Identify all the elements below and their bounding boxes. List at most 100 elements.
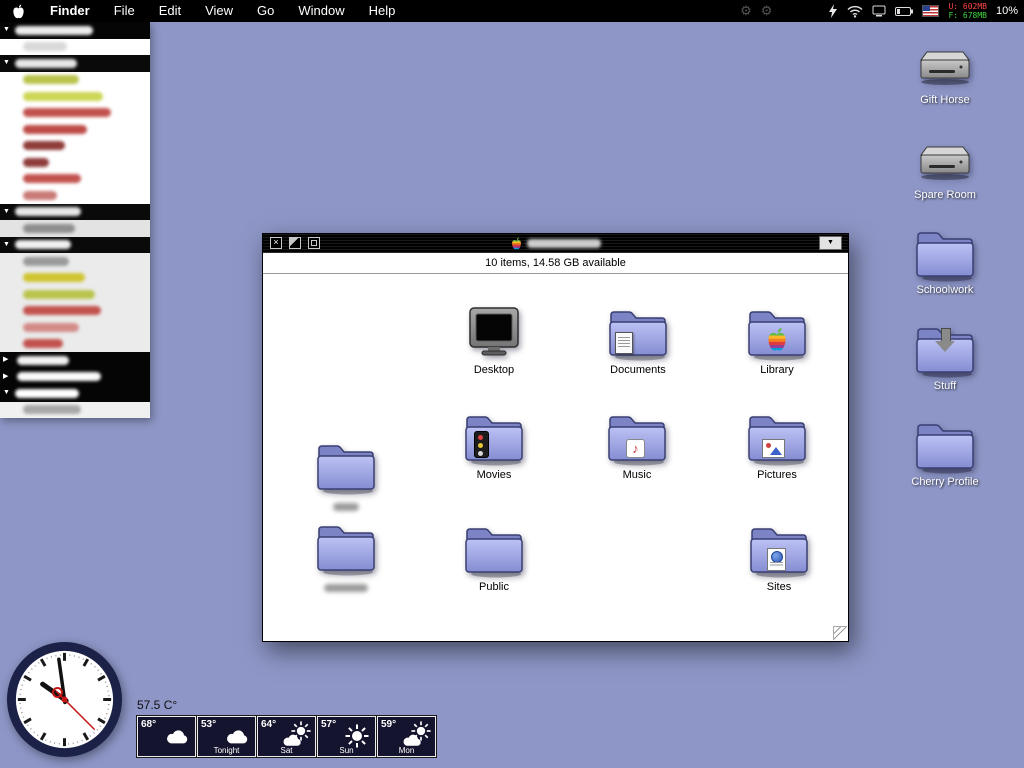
- forecast-cell: 64° Sat: [256, 715, 317, 758]
- file-icon[interactable]: Movies: [449, 410, 539, 481]
- desktop-icon-label: Stuff: [933, 380, 957, 392]
- wifi-icon[interactable]: [847, 5, 863, 18]
- memory-monitor[interactable]: U: 602MB F: 678MB: [948, 2, 987, 20]
- desktop-icon[interactable]: Schoolwork: [899, 226, 991, 296]
- sidebar-row[interactable]: [0, 385, 150, 402]
- file-icon[interactable]: Public: [449, 522, 539, 593]
- gear-icon[interactable]: ⚙: [740, 0, 752, 22]
- sidebar-row[interactable]: [0, 352, 150, 369]
- file-icon[interactable]: Pictures: [732, 410, 822, 481]
- forecast-day: Sat: [280, 746, 293, 755]
- collapse-button[interactable]: [308, 237, 320, 249]
- desktop-icon[interactable]: Gift Horse: [899, 36, 991, 106]
- sidebar-row[interactable]: [0, 302, 150, 319]
- disclosure-triangle-icon[interactable]: [3, 58, 13, 68]
- sidebar-row[interactable]: [0, 187, 150, 204]
- menu-item[interactable]: Window: [286, 0, 356, 22]
- sidebar-row[interactable]: [0, 253, 150, 270]
- apple-menu[interactable]: [0, 4, 38, 19]
- menu-item[interactable]: View: [193, 0, 245, 22]
- sidebar-row[interactable]: [0, 137, 150, 154]
- battery-percentage[interactable]: 10%: [996, 5, 1018, 17]
- sidebar-row[interactable]: [0, 121, 150, 138]
- redacted-text: [15, 207, 81, 217]
- sidebar-row[interactable]: [0, 319, 150, 336]
- menu-list: Finder File Edit View Go Window Help: [38, 0, 407, 22]
- forecast-temp: 57°: [321, 719, 337, 730]
- file-icon[interactable]: Music: [592, 410, 682, 481]
- sidebar-row[interactable]: [0, 236, 150, 253]
- forecast-temp: 53°: [201, 719, 217, 730]
- window-title-bar[interactable]: × ▼: [263, 234, 848, 253]
- disclosure-triangle-icon[interactable]: [3, 240, 13, 250]
- us-flag-icon[interactable]: [922, 5, 940, 17]
- desktop-icon[interactable]: Stuff: [899, 322, 991, 392]
- disclosure-triangle-icon[interactable]: [3, 25, 13, 35]
- redacted-text: [23, 108, 111, 118]
- weather-widget[interactable]: 68° 53° Tonight 64° Sat 57° Sun 59° Mon: [136, 715, 437, 758]
- power-bolt-icon[interactable]: [828, 4, 838, 18]
- folder-icon: [317, 526, 375, 576]
- file-icon[interactable]: Library: [732, 305, 822, 376]
- menu-item[interactable]: Go: [245, 0, 286, 22]
- sidebar-row[interactable]: [0, 154, 150, 171]
- icon-graphic: [747, 522, 811, 578]
- folder-icon: [916, 232, 974, 282]
- icon-graphic: [913, 418, 977, 474]
- display-icon[interactable]: [872, 5, 886, 17]
- gear-icon[interactable]: ⚙: [761, 0, 773, 22]
- icon-graphic: [462, 410, 526, 466]
- redacted-text: [23, 405, 81, 415]
- sidebar-row[interactable]: [0, 203, 150, 220]
- menu-item[interactable]: Help: [357, 0, 408, 22]
- disclosure-triangle-icon[interactable]: [3, 372, 13, 382]
- sidebar-row[interactable]: [0, 38, 150, 55]
- disclosure-triangle-icon[interactable]: [3, 207, 13, 217]
- sidebar-row[interactable]: [0, 55, 150, 72]
- sidebar-row[interactable]: [0, 220, 150, 237]
- disclosure-triangle-icon[interactable]: [3, 388, 13, 398]
- disclosure-triangle-icon[interactable]: [3, 355, 13, 365]
- sidebar-row[interactable]: [0, 368, 150, 385]
- folder-icon: [465, 528, 523, 578]
- forecast-cell: 68°: [136, 715, 197, 758]
- sidebar-row[interactable]: [0, 22, 150, 39]
- forecast-day: Tonight: [213, 746, 240, 755]
- file-icon[interactable]: Documents: [593, 305, 683, 376]
- folder-icon: [317, 445, 375, 495]
- sidebar-row[interactable]: [0, 401, 150, 418]
- menu-item[interactable]: Finder: [38, 0, 102, 22]
- desktop-icon[interactable]: Cherry Profile: [899, 418, 991, 488]
- apple-logo-badge-icon: [766, 327, 788, 352]
- sidebar-row[interactable]: [0, 71, 150, 88]
- zoom-button[interactable]: [289, 237, 301, 249]
- file-icon-label: Movies: [476, 469, 512, 481]
- sidebar-row[interactable]: [0, 286, 150, 303]
- resize-handle[interactable]: [833, 626, 847, 640]
- file-icon-label: Library: [760, 364, 794, 376]
- desktop-icon[interactable]: Spare Room: [899, 131, 991, 201]
- apple-logo-icon: [511, 236, 521, 249]
- file-icon[interactable]: Desktop: [449, 305, 539, 376]
- finder-window[interactable]: × ▼ 10 items, 14.58 GB available Desktop…: [262, 233, 849, 642]
- sidebar-row[interactable]: [0, 104, 150, 121]
- file-icon[interactable]: Sites: [734, 522, 824, 593]
- sidebar-row[interactable]: [0, 269, 150, 286]
- menu-item[interactable]: File: [102, 0, 147, 22]
- clock-widget[interactable]: [5, 640, 124, 759]
- file-icon[interactable]: [301, 520, 391, 592]
- window-menu-button[interactable]: ▼: [819, 236, 842, 250]
- redacted-text: [23, 322, 79, 332]
- redacted-text: [15, 25, 93, 35]
- sidebar-list-panel: [0, 22, 150, 418]
- download-arrow-badge-icon: [913, 322, 977, 378]
- icon-graphic: [606, 305, 670, 361]
- sidebar-row[interactable]: [0, 170, 150, 187]
- sidebar-row[interactable]: [0, 335, 150, 352]
- battery-icon[interactable]: [895, 6, 914, 16]
- redacted-text: [23, 339, 63, 349]
- sidebar-row[interactable]: [0, 88, 150, 105]
- close-button[interactable]: ×: [270, 237, 282, 249]
- menu-item[interactable]: Edit: [147, 0, 193, 22]
- file-icon[interactable]: [301, 439, 391, 511]
